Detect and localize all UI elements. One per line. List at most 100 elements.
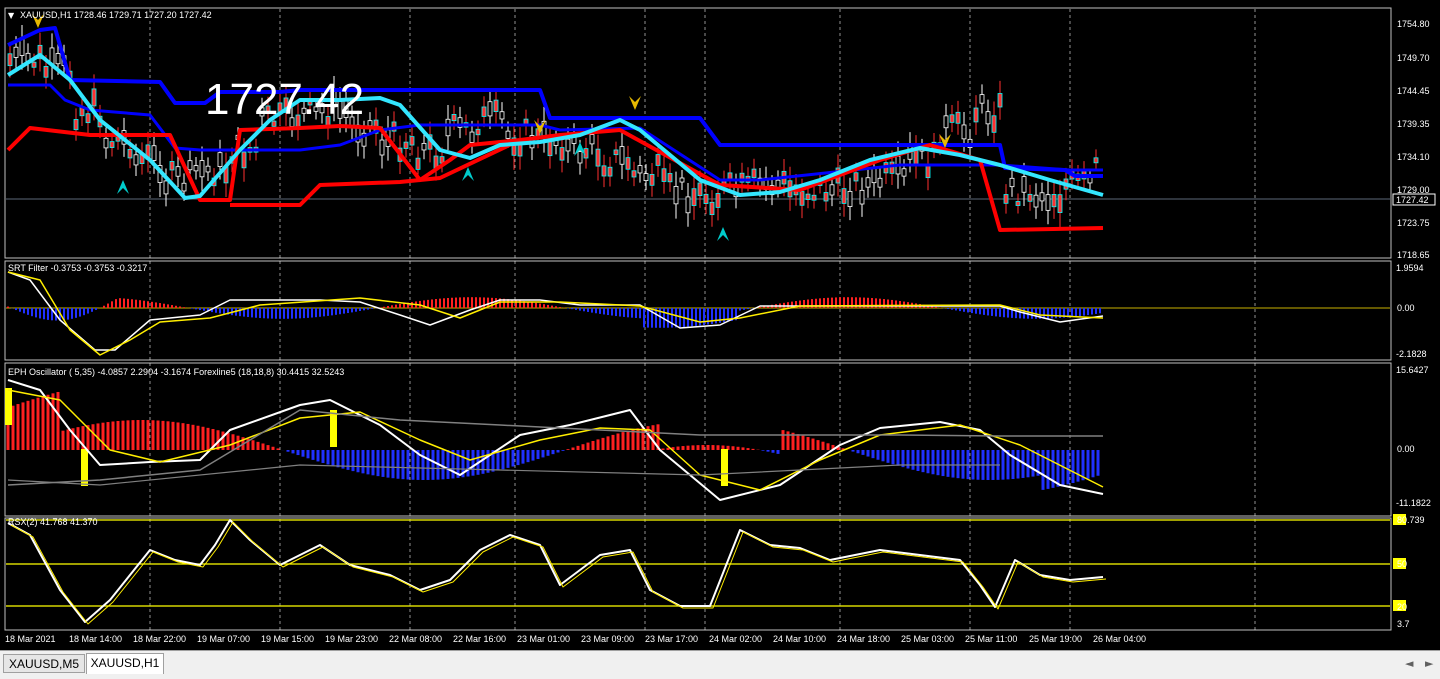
candle-body [805,193,811,200]
candle-body [475,128,481,136]
rsx-label: RSX(2) 41.768 41.370 [8,517,98,527]
time-axis-label: 24 Mar 10:00 [773,634,826,644]
price-axis-label: 1754.80 [1397,19,1430,29]
candle-body [703,193,709,204]
candle-body [199,160,205,178]
chart-tabs-bar: XAUUSD,M5 XAUUSD,H1 ◄ ► [0,650,1440,679]
candle-body [631,170,637,178]
time-axis-label: 18 Mar 14:00 [69,634,122,644]
candle-body [649,173,655,186]
candle-body [997,93,1003,108]
candle-body [193,165,199,172]
candle-body [415,157,421,170]
candle-body [595,148,601,167]
candle-body [853,172,859,182]
candle-body [451,114,457,122]
candle-body [637,165,643,174]
current-price-label: 1727.42 [1396,195,1429,205]
candle-body [133,154,139,166]
time-axis-label: 19 Mar 07:00 [197,634,250,644]
osc-axis: 15.6427 0.00 -11.1822 [1396,365,1431,508]
candle-body [1021,176,1027,193]
rsx-axis: 80.739 50 20 3.7 [1397,515,1425,629]
candle-body [979,94,985,104]
srt-axis: 1.9594 0.00 -2.1828 [1396,263,1427,359]
candle-body [1015,201,1021,206]
time-axis-label: 18 Mar 2021 [5,634,56,644]
price-axis-label: 1749.70 [1397,53,1430,63]
candle-body [859,189,865,205]
candle-body [973,107,979,123]
candle-body [85,113,91,124]
price-axis-label: 1744.45 [1397,86,1430,96]
osc-axis-label: 0.00 [1397,444,1415,454]
rsx-panel[interactable] [4,517,1392,631]
candle-body [901,168,907,177]
candle-body [403,141,409,149]
candle-body [841,188,847,204]
candle-body [445,118,451,137]
osc-axis-label: 15.6427 [1396,365,1429,375]
candle-body [1003,194,1009,204]
main-price-panel[interactable] [4,7,1392,259]
srt-label: SRT Filter -0.3753 -0.3753 -0.3217 [8,263,147,273]
time-axis-label: 19 Mar 23:00 [325,634,378,644]
candle-body [1027,193,1033,202]
rsx-axis-label: 50 [1397,559,1407,569]
candle-body [613,149,619,156]
candle-body [847,190,853,207]
chart-window[interactable]: ▼ XAUUSD,H1 1728.46 1729.71 1727.20 1727… [0,0,1440,679]
price-axis: 1754.80 1749.70 1744.45 1739.35 1734.10 … [1397,19,1430,260]
candle-body [1045,194,1051,211]
scroll-right-icon[interactable]: ► [1425,657,1433,670]
symbol-header: XAUUSD,H1 1728.46 1729.71 1727.20 1727.4… [20,10,212,20]
rsx-axis-label: 80.739 [1397,515,1425,525]
price-overlay-label: 1727.42 [205,75,364,124]
candle-body [709,201,715,216]
candle-body [493,99,499,113]
candle-body [109,141,115,148]
candle-body [559,147,565,161]
candle-body [7,53,13,67]
candle-body [469,131,475,143]
candle-body [829,184,835,196]
dropdown-triangle-icon[interactable]: ▼ [8,11,15,20]
time-axis-label: 19 Mar 15:00 [261,634,314,644]
candle-body [367,120,373,127]
time-axis-label: 23 Mar 17:00 [645,634,698,644]
candle-body [943,115,949,129]
candle-body [691,188,697,206]
time-axis-label: 18 Mar 22:00 [133,634,186,644]
candle-body [217,152,223,167]
candle-body [799,191,805,206]
candle-body [1033,194,1039,208]
candle-body [949,114,955,123]
time-axis-label: 22 Mar 08:00 [389,634,442,644]
candle-body [961,124,967,140]
candle-body [991,115,997,133]
srt-axis-label: 1.9594 [1396,263,1424,273]
candle-body [1093,157,1099,164]
osc-axis-label: -11.1822 [1396,498,1431,508]
candle-body [985,111,991,125]
candle-body [151,145,157,161]
time-axis-label: 25 Mar 11:00 [965,634,1017,644]
candle-body [697,182,703,197]
candle-body [1087,177,1093,184]
tab-xauusd-m5[interactable]: XAUUSD,M5 [3,654,85,673]
candle-body [625,157,631,170]
candle-body [589,134,595,145]
scroll-left-icon[interactable]: ◄ [1405,657,1413,670]
candle-body [577,151,583,164]
candle-body [181,182,187,192]
candle-body [1057,194,1063,213]
candle-body [187,160,193,171]
candle-body [607,166,613,177]
candle-body [499,111,505,120]
candle-body [547,141,553,157]
candle-body [487,101,493,117]
srt-axis-label: 0.00 [1397,303,1415,313]
candle-body [169,161,175,171]
candle-body [379,139,385,156]
tab-xauusd-h1[interactable]: XAUUSD,H1 [86,653,164,674]
